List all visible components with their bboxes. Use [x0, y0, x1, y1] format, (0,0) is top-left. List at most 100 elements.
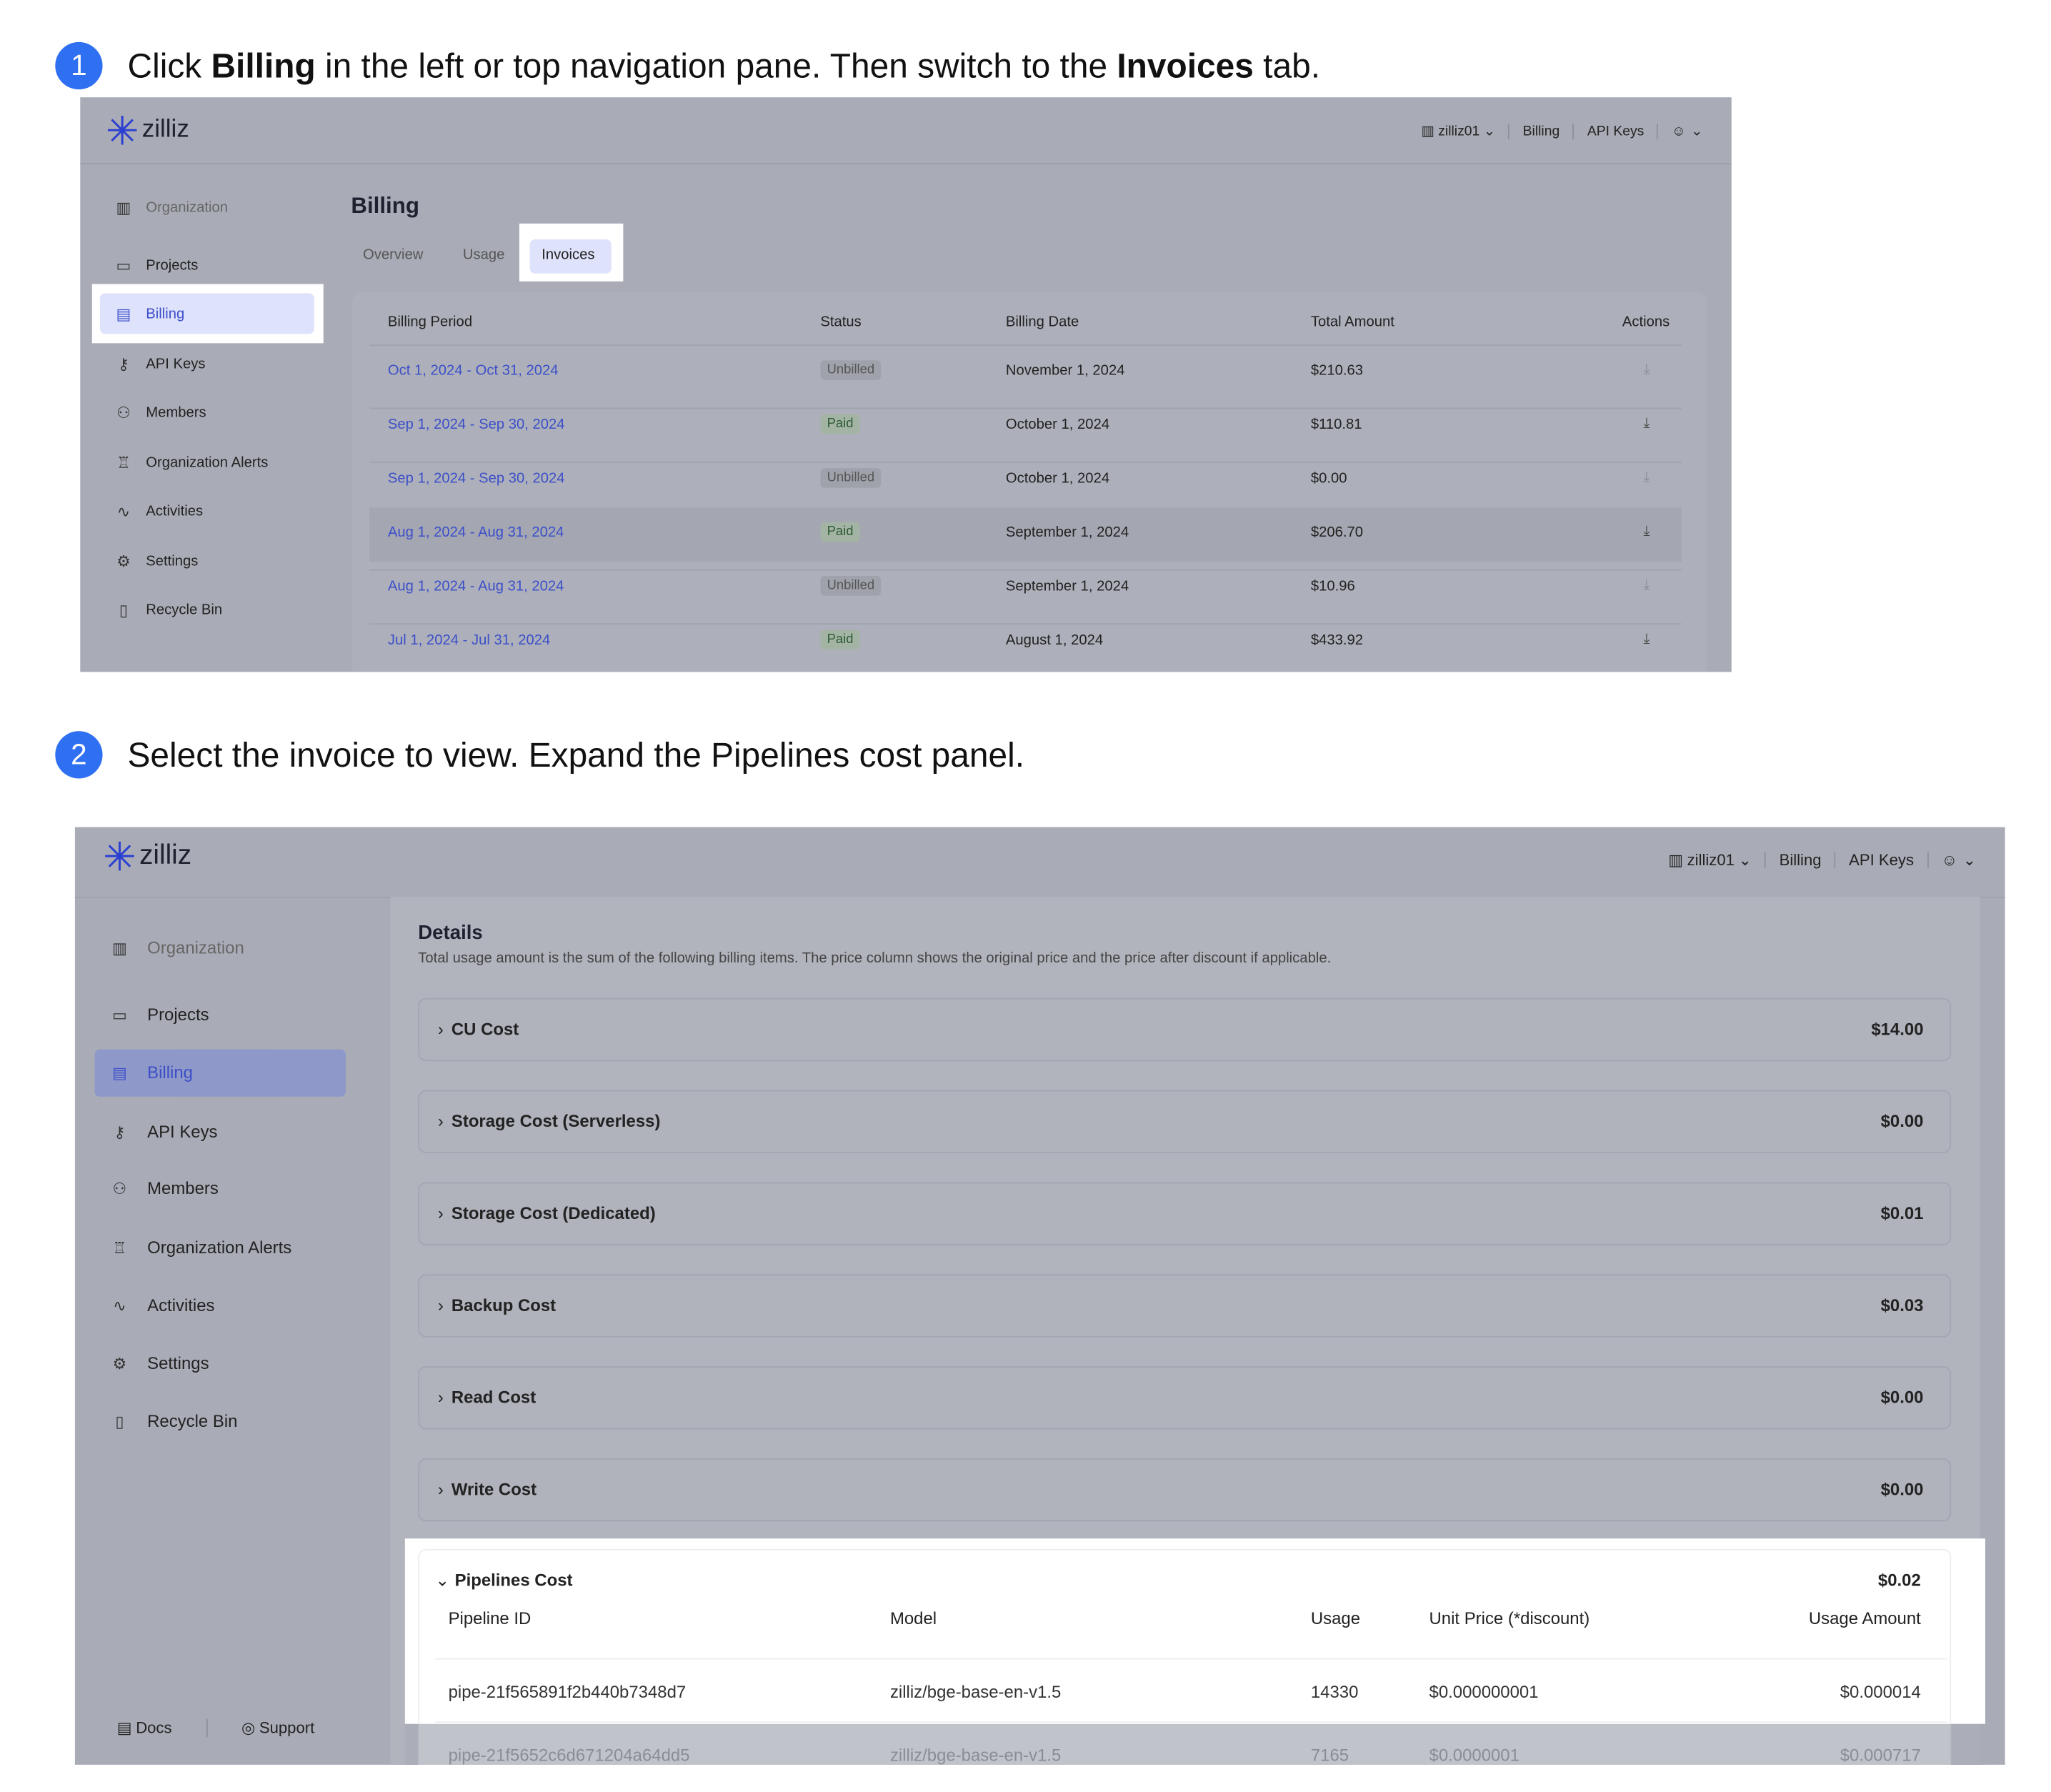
download-icon[interactable]: ⤓	[1644, 631, 1650, 648]
org-switcher[interactable]: zilliz01	[1687, 851, 1735, 870]
cost-label: › Storage Cost (Dedicated)	[438, 1203, 656, 1223]
total-amount: $210.63	[1310, 362, 1364, 379]
billing-period-link[interactable]: Sep 1, 2024 - Sep 30, 2024	[388, 471, 565, 487]
sidebar-item-label: Members	[147, 1178, 219, 1198]
docs-link[interactable]: Docs	[136, 1718, 171, 1737]
cost-panel-read-cost[interactable]: › Read Cost $0.00	[418, 1366, 1952, 1430]
sidebar-item-projects[interactable]: ▭ Projects	[114, 257, 199, 275]
sidebar-item-settings[interactable]: ⚙ Settings	[111, 1353, 209, 1373]
download-icon[interactable]: ⤓	[1644, 469, 1650, 487]
total-amount: $206.70	[1310, 524, 1364, 541]
sidebar-item-recycle-bin[interactable]: ▯ Recycle Bin	[111, 1410, 238, 1431]
cost-label-text: CU Cost	[451, 1019, 519, 1039]
sidebar-item-label: Projects	[146, 257, 199, 274]
cost-panel-write-cost[interactable]: › Write Cost $0.00	[418, 1458, 1952, 1522]
top-nav-billing[interactable]: Billing	[1780, 851, 1822, 870]
zilliz-logo[interactable]: zilliz	[104, 840, 191, 872]
sidebar-item-label: Settings	[147, 1353, 209, 1373]
row-divider	[369, 407, 1682, 409]
sidebar-item-projects[interactable]: ▭ Projects	[111, 1005, 209, 1025]
sidebar-item-label: API Keys	[147, 1121, 218, 1142]
sidebar-item-label: Billing	[147, 1062, 193, 1082]
row-divider	[369, 623, 1682, 625]
header-divider	[369, 344, 1682, 347]
cost-label: › CU Cost	[438, 1019, 519, 1039]
sidebar-item-organization[interactable]: ▥ Organization	[114, 199, 229, 217]
cost-value: $0.00	[1880, 1479, 1924, 1500]
sidebar-item-billing[interactable]: ▤ Billing	[111, 1062, 193, 1082]
org-icon: ▥	[1421, 123, 1434, 140]
cost-label: › Storage Cost (Serverless)	[438, 1111, 661, 1131]
step-1-badge: 1	[55, 41, 103, 90]
download-icon[interactable]: ⤓	[1644, 416, 1650, 433]
cost-value: $14.00	[1871, 1019, 1924, 1039]
step-2-text: Select the invoice to view. Expand the P…	[127, 735, 1025, 775]
status-badge: Paid	[820, 522, 860, 542]
pipelines-cost-toggle[interactable]: ⌄ Pipelines Cost	[435, 1570, 572, 1591]
user-icon[interactable]: ☺	[1672, 124, 1686, 139]
billing-period-link[interactable]: Jul 1, 2024 - Jul 31, 2024	[388, 632, 550, 648]
tab-usage[interactable]: Usage	[463, 247, 505, 263]
billing-date: November 1, 2024	[1005, 362, 1125, 379]
billing-period-link[interactable]: Sep 1, 2024 - Sep 30, 2024	[388, 417, 565, 432]
sidebar-item-api-keys[interactable]: ⚷ API Keys	[111, 1121, 218, 1142]
cost-panel-storage-cost-dedicated-[interactable]: › Storage Cost (Dedicated) $0.01	[418, 1182, 1952, 1245]
billing-date: October 1, 2024	[1005, 417, 1110, 433]
tab-overview[interactable]: Overview	[363, 247, 423, 263]
trash-icon: ▯	[119, 601, 129, 619]
docs-icon: ▤	[116, 1718, 132, 1738]
alert-icon: ♖	[112, 1238, 127, 1257]
cost-label: › Read Cost	[438, 1388, 536, 1408]
user-icon[interactable]: ☺	[1942, 851, 1958, 870]
row-divider	[435, 1721, 1947, 1723]
cost-panel-cu-cost[interactable]: › CU Cost $14.00	[418, 997, 1952, 1062]
row-divider	[369, 569, 1682, 571]
column-header: Actions	[1622, 314, 1670, 330]
pipeline-id[interactable]: pipe-21f565891f2b440b7348d7	[449, 1682, 687, 1702]
top-nav-api-keys[interactable]: API Keys	[1849, 851, 1914, 870]
tab-invoices[interactable]: Invoices	[542, 247, 594, 263]
sidebar-item-members[interactable]: ⚇ Members	[111, 1178, 219, 1198]
top-nav-billing[interactable]: Billing	[1523, 124, 1560, 139]
billing-period-link[interactable]: Aug 1, 2024 - Aug 31, 2024	[388, 524, 564, 540]
top-nav-api-keys[interactable]: API Keys	[1587, 124, 1644, 139]
cost-value: $0.00	[1880, 1111, 1924, 1131]
details-description: Total usage amount is the sum of the fol…	[418, 950, 1332, 967]
cost-panel-storage-cost-serverless-[interactable]: › Storage Cost (Serverless) $0.00	[418, 1090, 1952, 1154]
key-icon: ⚷	[114, 1122, 126, 1141]
step-text-bold: Billing	[211, 46, 316, 86]
support-link[interactable]: Support	[259, 1718, 314, 1737]
sidebar-item-recycle-bin[interactable]: ▯ Recycle Bin	[114, 601, 222, 619]
pipeline-column-header: Model	[889, 1608, 937, 1628]
sidebar-item-label: Organization Alerts	[147, 1237, 292, 1258]
sidebar-item-label: Recycle Bin	[147, 1410, 238, 1431]
sidebar-item-label: Billing	[146, 306, 185, 322]
cost-label-text: Storage Cost (Dedicated)	[451, 1203, 656, 1223]
sidebar-item-members[interactable]: ⚇ Members	[114, 404, 206, 422]
billing-period-link[interactable]: Oct 1, 2024 - Oct 31, 2024	[388, 363, 559, 379]
page-title: Billing	[351, 193, 420, 219]
sidebar-item-billing[interactable]: ▤ Billing	[114, 305, 185, 324]
chevron-down-icon: ⌄	[435, 1570, 450, 1591]
pipeline-column-header: Unit Price (*discount)	[1429, 1608, 1590, 1628]
sidebar-item-activities[interactable]: ∿ Activities	[111, 1295, 214, 1315]
download-icon[interactable]: ⤓	[1644, 523, 1650, 540]
download-icon[interactable]: ⤓	[1644, 577, 1650, 594]
sidebar-item-organization-alerts[interactable]: ♖ Organization Alerts	[114, 454, 268, 472]
pipeline-column-header: Pipeline ID	[448, 1608, 532, 1628]
sidebar-item-api-keys[interactable]: ⚷ API Keys	[114, 355, 206, 374]
zilliz-logo[interactable]: zilliz	[106, 114, 189, 146]
sidebar-item-activities[interactable]: ∿ Activities	[114, 502, 203, 521]
billing-period-link[interactable]: Aug 1, 2024 - Aug 31, 2024	[388, 579, 564, 594]
alert-icon: ♖	[116, 453, 131, 472]
cost-label-text: Backup Cost	[451, 1295, 557, 1315]
sidebar-item-label: Organization	[147, 937, 244, 957]
download-icon[interactable]: ⤓	[1644, 362, 1650, 379]
org-switcher[interactable]: zilliz01	[1438, 124, 1479, 139]
total-amount: $10.96	[1310, 578, 1355, 594]
sidebar-item-organization-alerts[interactable]: ♖ Organization Alerts	[111, 1238, 292, 1258]
sidebar-item-organization[interactable]: ▥ Organization	[111, 937, 244, 957]
cost-panel-backup-cost[interactable]: › Backup Cost $0.03	[418, 1274, 1952, 1338]
sidebar-item-settings[interactable]: ⚙ Settings	[114, 552, 198, 571]
org-icon: ▥	[1668, 850, 1684, 870]
